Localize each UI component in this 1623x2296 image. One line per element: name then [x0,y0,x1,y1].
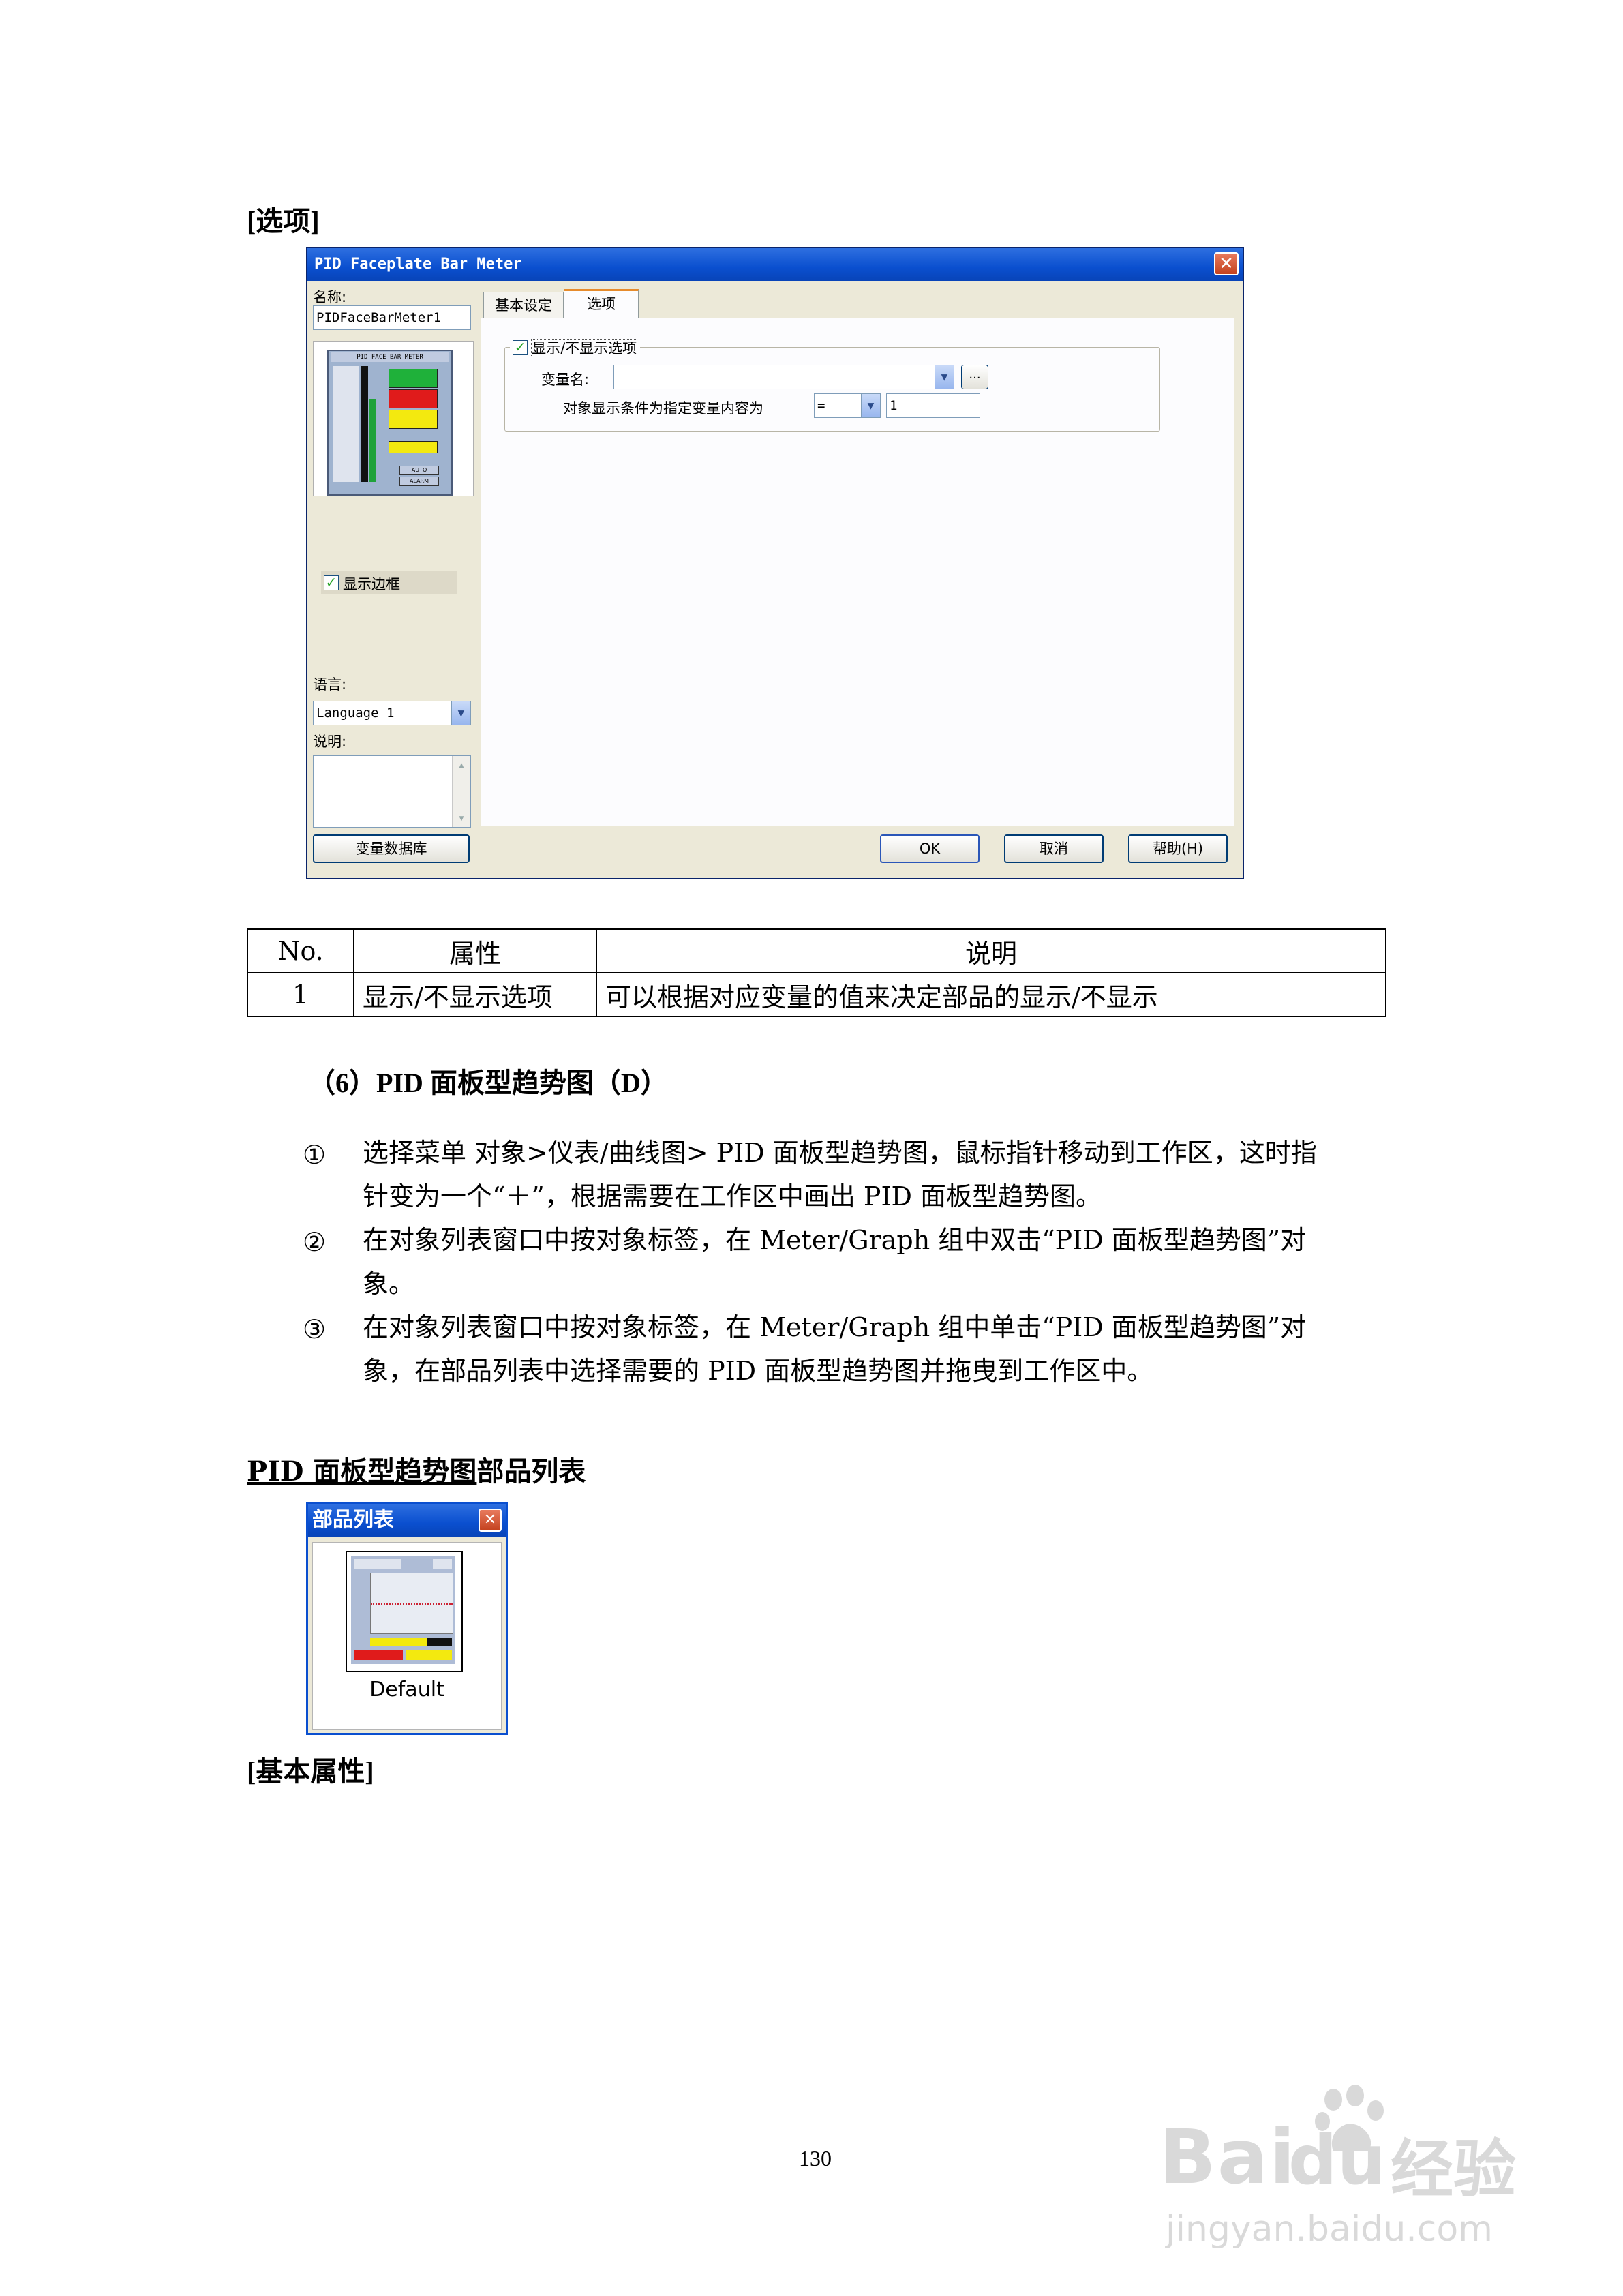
preview-bar-yellow [389,441,438,453]
cell-property: 显示/不显示选项 [353,972,597,1017]
condition-value-input[interactable]: 1 [886,393,980,418]
help-button[interactable]: 帮助(H) [1128,834,1228,863]
show-hide-checkbox[interactable]: ✓ [513,340,528,355]
variable-db-button[interactable]: 变量数据库 [313,834,470,863]
trend-status-red [354,1650,403,1660]
preview-title: PID FACE BAR METER [331,352,449,362]
table-header-row: No. 属性 说明 [247,928,1386,973]
ok-button[interactable]: OK [880,834,980,863]
watermark-brand2: du [1288,2120,1386,2200]
preview-alarm: ALARM [399,477,439,486]
preview-bar-green [369,399,376,482]
preview-auto: AUTO [399,466,439,475]
parts-heading-underlined: PID 面板型趋势图 [247,1455,477,1487]
language-label: 语言: [313,676,347,693]
header-no: No. [247,928,354,973]
tab-basic-settings[interactable]: 基本设定 [483,292,564,318]
step-text: 针变为一个“＋”，根据需要在工作区中画出 PID 面板型趋势图。 [363,1181,1102,1211]
operator-value: = [817,398,825,413]
browse-button[interactable]: ... [961,365,988,389]
preview-meter: PID FACE BAR METER AUTO ALARM [327,350,453,496]
trend-nav-buttons [354,1559,401,1569]
basic-properties-heading: [基本属性] [247,1756,374,1787]
description-label: 说明: [313,734,347,750]
step-marker: ① [303,1140,327,1170]
trend-plot-area [370,1573,453,1634]
show-border-label: 显示边框 [343,576,400,592]
default-item-thumbnail[interactable] [346,1551,463,1672]
show-border-row[interactable]: ✓ 显示边框 [321,571,457,594]
close-icon[interactable]: ✕ [1214,252,1239,275]
name-field[interactable]: PIDFaceBarMeter1 [313,305,471,330]
properties-table: No. 属性 说明 1 显示/不显示选项 可以根据对应变量的值来决定部品的显示/… [247,928,1386,1017]
chevron-down-icon[interactable]: ▼ [861,394,880,417]
header-description: 说明 [596,928,1386,973]
trend-preview [351,1556,455,1664]
table-row: 1 显示/不显示选项 可以根据对应变量的值来决定部品的显示/不显示 [247,972,1386,1017]
show-hide-option-row[interactable]: ✓ 显示/不显示选项 [510,337,641,358]
tab-page-options: ✓ 显示/不显示选项 变量名: ▼ ... 对象显示条件为指定变量内容为 = ▼… [481,318,1234,826]
language-value: Language 1 [316,706,395,721]
variable-name-select[interactable]: ▼ [613,365,954,389]
preview-indicator-yellow [389,410,438,429]
preview-bar-black [361,366,368,482]
preview-indicator-red [389,389,438,408]
show-border-checkbox[interactable]: ✓ [324,575,339,590]
step-marker: ② [303,1227,327,1257]
close-icon[interactable]: ✕ [479,1509,502,1532]
step-marker: ③ [303,1314,327,1344]
trend-zoom-buttons [433,1559,452,1569]
cell-no: 1 [247,972,354,1017]
watermark-brand: Bai [1159,2113,1296,2201]
page-number: 130 [799,2146,832,2171]
step-text: 选择菜单 对象>仪表/曲线图> PID 面板型趋势图，鼠标指针移动到工作区，这时… [363,1138,1317,1168]
watermark-url: jingyan.baidu.com [1166,2209,1493,2250]
variable-name-label: 变量名: [541,372,590,388]
watermark-cn: 经验 [1391,2133,1517,2206]
default-item-label[interactable]: Default [313,1678,501,1702]
parts-list-title: 部品列表 [308,1504,506,1537]
trend-line [371,1603,453,1605]
pid-faceplate-dialog: PID Faceplate Bar Meter ✕ 名称: PIDFaceBar… [306,247,1244,879]
parts-list-window: 部品列表 ✕ Default [306,1502,508,1735]
scroll-up-icon[interactable]: ▲ [453,756,470,774]
options-heading: [选项] [247,206,320,237]
cancel-button[interactable]: 取消 [1004,834,1104,863]
scroll-down-icon[interactable]: ▼ [453,809,470,827]
baidu-watermark: Bai du 经验 jingyan.baidu.com [1152,2059,1534,2263]
step-text: 象。 [363,1269,415,1299]
cell-description: 可以根据对应变量的值来决定部品的显示/不显示 [596,972,1386,1017]
show-hide-option-label: 显示/不显示选项 [531,339,638,357]
language-select[interactable]: Language 1 ▼ [313,701,471,725]
parts-heading-rest: 部品列表 [476,1455,586,1487]
chevron-down-icon[interactable]: ▼ [451,701,470,725]
step-text: 象，在部品列表中选择需要的 PID 面板型趋势图并拖曳到工作区中。 [363,1356,1153,1386]
show-hide-groupbox [504,347,1160,432]
header-property: 属性 [353,928,597,973]
parts-list-heading: PID 面板型趋势图部品列表 [247,1449,586,1489]
trend-status-yellow [406,1650,452,1660]
preview-indicator-green [389,369,438,388]
dialog-title: PID Faceplate Bar Meter [307,248,1243,281]
chevron-down-icon[interactable]: ▼ [935,365,954,389]
preview-frame: PID FACE BAR METER AUTO ALARM [313,341,474,496]
step-text: 在对象列表窗口中按对象标签，在 Meter/Graph 组中单击“PID 面板型… [363,1312,1307,1342]
preview-scale [333,366,359,482]
description-scrollbar[interactable]: ▲ ▼ [452,756,470,827]
parts-list-content: Default [312,1542,502,1730]
description-textarea[interactable]: ▲ ▼ [313,755,471,828]
step-text: 在对象列表窗口中按对象标签，在 Meter/Graph 组中双击“PID 面板型… [363,1225,1307,1255]
name-label: 名称: [313,289,347,305]
trend-bar-yellow [370,1638,427,1646]
tab-options[interactable]: 选项 [564,289,639,318]
section6-title: （6）PID 面板型趋势图（D） [308,1068,668,1098]
operator-select[interactable]: = ▼ [814,393,881,418]
condition-label: 对象显示条件为指定变量内容为 [563,400,763,417]
